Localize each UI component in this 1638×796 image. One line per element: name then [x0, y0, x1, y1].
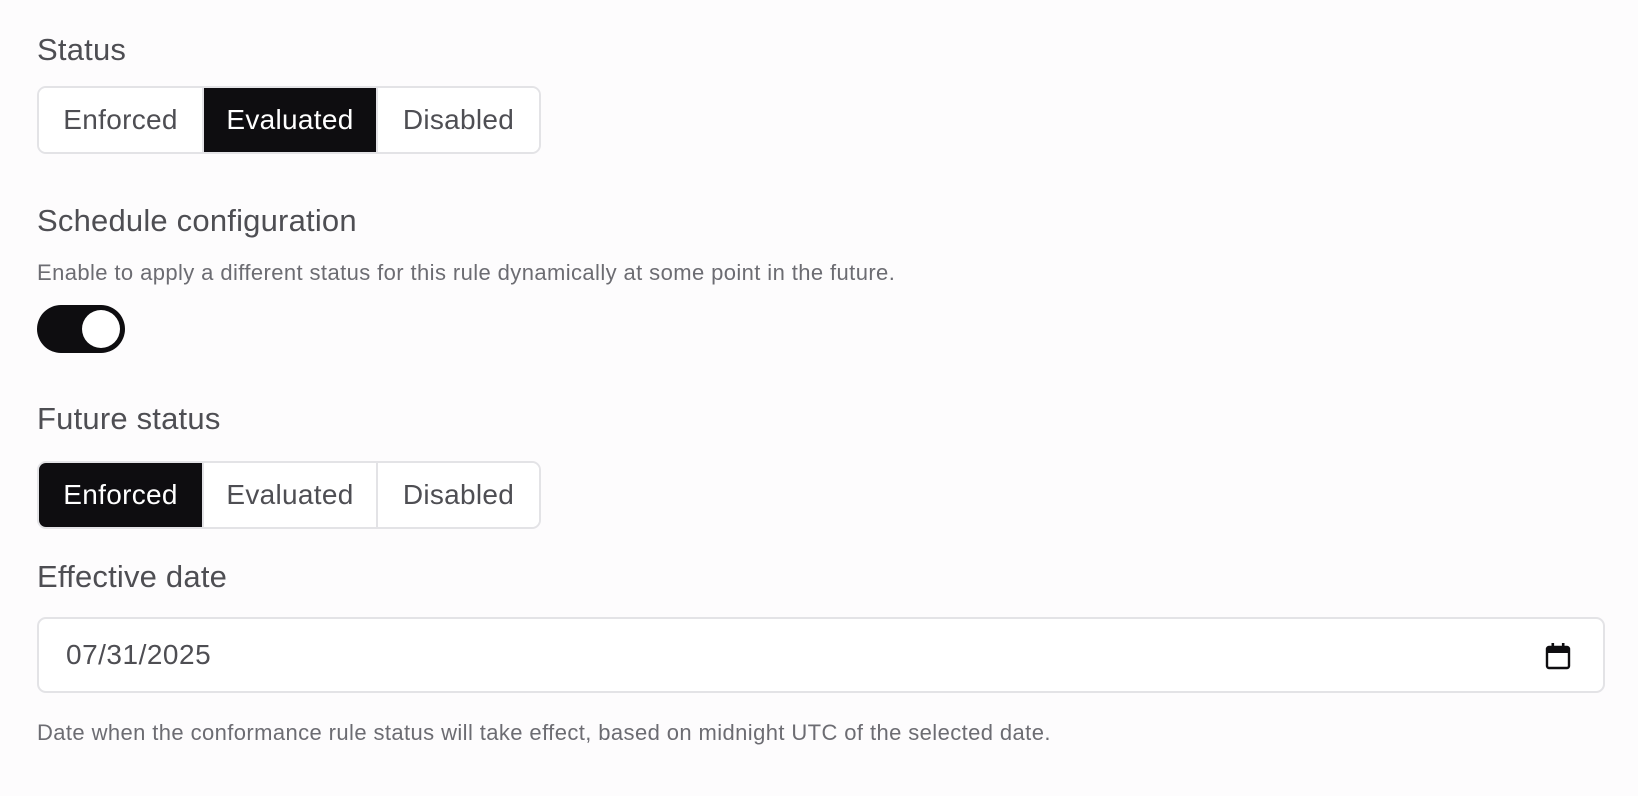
effective-date-input[interactable]: 07/31/2025 — [37, 617, 1605, 693]
status-option-enforced[interactable]: Enforced — [39, 88, 204, 152]
status-option-disabled[interactable]: Disabled — [378, 88, 539, 152]
future-status-option-disabled[interactable]: Disabled — [378, 463, 539, 527]
effective-date-help: Date when the conformance rule status wi… — [37, 720, 1051, 745]
status-segmented-control: Enforced Evaluated Disabled — [37, 86, 541, 154]
toggle-knob — [82, 310, 120, 348]
status-title: Status — [37, 32, 127, 67]
effective-date-value: 07/31/2025 — [66, 639, 212, 670]
future-status-title: Future status — [37, 401, 221, 436]
calendar-icon[interactable] — [1545, 642, 1571, 670]
schedule-configuration-description: Enable to apply a different status for t… — [37, 260, 896, 285]
schedule-configuration-title: Schedule configuration — [37, 203, 357, 238]
effective-date-title: Effective date — [37, 559, 228, 594]
schedule-settings-page: Status Enforced Evaluated Disabled Sched… — [0, 0, 1638, 796]
future-status-option-enforced[interactable]: Enforced — [39, 463, 204, 527]
future-status-segmented-control: Enforced Evaluated Disabled — [37, 461, 541, 529]
status-option-evaluated[interactable]: Evaluated — [204, 88, 378, 152]
schedule-toggle[interactable] — [37, 305, 125, 353]
future-status-option-evaluated[interactable]: Evaluated — [204, 463, 378, 527]
